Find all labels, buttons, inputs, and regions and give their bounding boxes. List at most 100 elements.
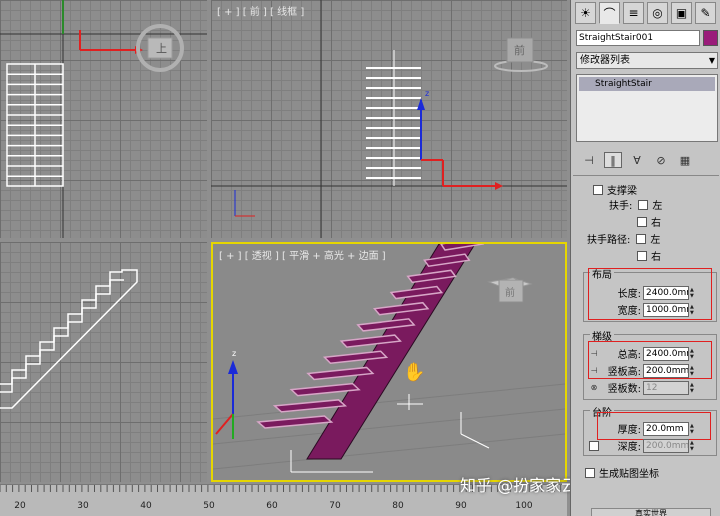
- handrail-path-row-right: 右: [637, 248, 661, 263]
- timeline-tick-label: 40: [140, 501, 152, 511]
- thickness-field[interactable]: 20.0mm: [643, 421, 689, 436]
- viewcube-top-label: 上: [156, 42, 167, 55]
- persp-axis-z: z: [232, 349, 236, 358]
- riser-height-spinner[interactable]: 200.0mm ▲ ▼: [643, 363, 698, 378]
- divider: [573, 175, 719, 176]
- depth-label: 深度:: [617, 442, 641, 453]
- top-stair-outline: [6, 63, 64, 187]
- command-panel: ☀ ⌒ ≡ ◎ ▣ ✎ StraightStair001 修改器列表 ▼ Straight…: [570, 0, 720, 516]
- front-axis-z: z: [425, 89, 429, 98]
- modifier-stack[interactable]: StraightStair: [576, 74, 718, 142]
- thickness-row: 厚度: 20.0mm ▲ ▼: [601, 421, 698, 436]
- gen-mapping-label: 生成贴图坐标: [599, 469, 659, 480]
- top-viewport[interactable]: 上: [0, 0, 207, 238]
- handrail-path-left-checkbox[interactable]: [636, 233, 647, 244]
- make-unique-icon[interactable]: ∀: [628, 152, 646, 168]
- perspective-tread: [256, 415, 334, 429]
- riser-height-row: ⊣ 竖板高: 200.0mm ▲ ▼: [589, 363, 698, 378]
- lock-icon[interactable]: ⊣: [589, 349, 599, 359]
- thickness-spinner[interactable]: 20.0mm ▲ ▼: [643, 421, 698, 436]
- width-row: 宽度: 1000.0mm ▲▼: [611, 302, 698, 317]
- riser-count-field[interactable]: 12: [643, 380, 689, 395]
- stack-toolbar: ⊣ ‖ ∀ ⊘ ▦: [576, 150, 718, 170]
- length-field[interactable]: 2400.0mm: [643, 285, 689, 300]
- configure-sets-icon[interactable]: ▦: [676, 152, 694, 168]
- hierarchy-tab-icon[interactable]: ≡: [623, 2, 644, 24]
- viewcube-persp-label: 前: [505, 286, 515, 299]
- spinner-arrows-icon[interactable]: ▲ ▼: [690, 422, 698, 436]
- spinner-arrows-icon[interactable]: ▲ ▼: [690, 364, 698, 378]
- create-tab-icon[interactable]: ☀: [575, 2, 596, 24]
- spinner-arrows-icon[interactable]: ▲ ▼: [690, 286, 698, 300]
- motion-tab-icon[interactable]: ◎: [647, 2, 668, 24]
- command-panel-tabs: ☀ ⌒ ≡ ◎ ▣ ✎: [573, 2, 719, 26]
- show-end-result-icon[interactable]: ‖: [604, 152, 622, 168]
- spinner-arrows-icon[interactable]: ▲ ▼: [690, 381, 698, 395]
- depth-spinner[interactable]: 200.0mm ▲ ▼: [643, 438, 698, 453]
- spinner-arrows-icon[interactable]: ▲ ▼: [690, 439, 698, 453]
- object-color-swatch[interactable]: [703, 30, 718, 46]
- depth-checkbox[interactable]: [589, 440, 599, 451]
- chevron-down-icon: ▼: [708, 56, 715, 65]
- riser-count-label: 竖板数:: [607, 384, 641, 395]
- stack-item-straightstair[interactable]: StraightStair: [579, 77, 715, 91]
- display-tab-icon[interactable]: ▣: [671, 2, 692, 24]
- width-field[interactable]: 1000.0mm: [643, 302, 689, 317]
- riser-height-field[interactable]: 200.0mm: [643, 363, 689, 378]
- front-viewport[interactable]: [ + ] [ 前 ] [ 线框 ] z 前: [211, 0, 567, 238]
- riser-count-row: ⊗ 竖板数: 12 ▲ ▼: [589, 380, 698, 395]
- overall-height-field[interactable]: 2400.0mm: [643, 346, 689, 361]
- riser-count-spinner[interactable]: 12 ▲ ▼: [643, 380, 698, 395]
- perspective-viewport[interactable]: [ + ] [ 透视 ] [ 平滑 + 高光 + 边面 ] z 前 ✋: [211, 242, 567, 482]
- length-label: 长度:: [617, 289, 641, 300]
- handrail-right-label: 右: [651, 218, 661, 229]
- timeline-tick-label: 90: [455, 501, 467, 511]
- pin-stack-icon[interactable]: ⊣: [580, 152, 598, 168]
- width-spinner[interactable]: 1000.0mm ▲▼: [643, 302, 698, 317]
- spinner-arrows-icon[interactable]: ▲ ▼: [690, 303, 698, 317]
- perspective-stair-drawing: z 前 ✋: [213, 244, 565, 473]
- handrail-right-checkbox[interactable]: [637, 216, 647, 227]
- timeline-tick-label: 20: [14, 501, 26, 511]
- lock-icon[interactable]: ⊣: [589, 366, 599, 376]
- handrail-path-label: 扶手路径:: [587, 235, 631, 246]
- gen-mapping-checkbox[interactable]: [585, 467, 595, 478]
- modify-tab-icon[interactable]: ⌒: [599, 2, 620, 24]
- handrail-left-checkbox[interactable]: [638, 199, 649, 210]
- timeline-tick-label: 30: [77, 501, 89, 511]
- timeline-tick-label: 80: [392, 501, 404, 511]
- handrail-row-left: 扶手: 左: [609, 197, 662, 212]
- width-label: 宽度:: [617, 306, 641, 317]
- handrail-path-left-label: 左: [650, 235, 661, 246]
- timeline-tick-label: 100: [515, 501, 533, 511]
- overall-height-row: ⊣ 总高: 2400.0mm ▲▼: [589, 346, 698, 361]
- top-view-drawing: 上: [0, 0, 207, 238]
- left-viewport[interactable]: [0, 242, 207, 482]
- spinner-arrows-icon[interactable]: ▲ ▼: [690, 347, 698, 361]
- modifier-list-label: 修改器列表: [580, 55, 630, 66]
- modifier-list-dropdown[interactable]: 修改器列表 ▼: [576, 52, 718, 69]
- depth-row: 深度: 200.0mm ▲ ▼: [589, 438, 698, 453]
- timeline-tick-label: 70: [329, 501, 341, 511]
- object-name-field[interactable]: StraightStair001: [576, 30, 700, 46]
- gen-mapping-row: 生成贴图坐标: [585, 465, 659, 480]
- viewcube-front-label: 前: [514, 43, 525, 57]
- left-view-drawing: [0, 269, 138, 409]
- hand-cursor-icon: ✋: [403, 361, 425, 383]
- length-spinner[interactable]: 2400.0mm ▲▼: [643, 285, 698, 300]
- thickness-label: 厚度:: [617, 425, 641, 436]
- lock-icon[interactable]: ⊗: [589, 383, 599, 393]
- real-world-button[interactable]: 真实世界: [591, 508, 711, 516]
- remove-modifier-icon[interactable]: ⊘: [652, 152, 670, 168]
- max-workspace: 上 [ + ] [ 前 ] [ 线框 ] z 前 [+] [透视] […: [0, 0, 720, 516]
- handrail-path-right-checkbox[interactable]: [637, 250, 647, 261]
- depth-field[interactable]: 200.0mm: [643, 438, 689, 453]
- handrail-label: 扶手:: [609, 201, 633, 212]
- support-beam-label: 支撑梁: [607, 186, 637, 197]
- riser-height-label: 竖板高:: [607, 367, 641, 378]
- utilities-tab-icon[interactable]: ✎: [695, 2, 716, 24]
- overall-height-spinner[interactable]: 2400.0mm ▲▼: [643, 346, 698, 361]
- handrail-left-label: 左: [652, 201, 663, 212]
- timeline-tick-label: 60: [266, 501, 278, 511]
- support-beam-checkbox[interactable]: [593, 184, 603, 195]
